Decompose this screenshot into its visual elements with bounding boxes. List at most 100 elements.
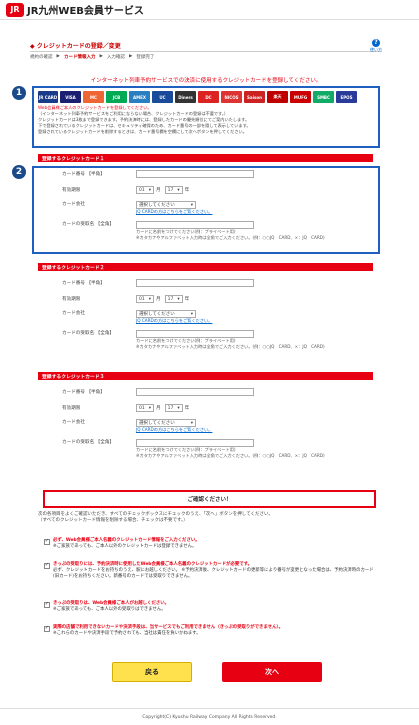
expiry-year-select[interactable]: 17 ▾ [164,404,183,412]
jq-card-link[interactable]: JQ CARDの方はこちらをご覧ください。 [136,318,212,324]
card-number-input[interactable] [136,388,254,396]
card-company-row: カード会社 選択してください ▾ JQ CARDの方はこちらをご覧ください。 [62,201,362,215]
month-suffix: 月 [156,297,161,302]
confirm-text: きっぷの受取りは、Web会員様ご本人がお越しください。 ※ご家族であっても、ご本人… [53,601,169,613]
confirm-checkbox[interactable]: ✓ [44,538,50,545]
card-holder-col: カードに名前をつけてください(例：プライベート用) ※カタカナやアルファベット入力… [136,221,325,240]
expiry-year-select[interactable]: 17 ▾ [164,186,183,194]
card-brand-logo: JCB [106,91,127,103]
card-company-label: カード会社 [62,311,85,316]
expiry-month-select[interactable]: 01 ▾ [136,295,154,303]
back-button[interactable]: 戻る [112,662,192,682]
card-number-input[interactable] [136,279,254,287]
confirm-red-text: 必ず、Web会員様ご本人名義のクレジットカード情報をご入力ください。 [53,538,200,543]
year-value: 17 [167,296,174,302]
month-suffix: 月 [156,406,161,411]
chevron-down-icon: ▾ [148,187,151,193]
company-select-value: 選択してください [139,203,175,208]
card-brand-logo: MC [83,91,104,103]
expiry-row: 有効期限 01 ▾ 月 17 ▾ 年 [62,186,362,194]
confirm-check-item: ✓ きっぷの受取りは、Web会員様ご本人がお越しください。 ※ご家族であっても、ご本… [44,601,374,613]
full-width-note: 【全角】 [95,331,115,336]
card-info-highlight: JR CARD VISA MC JCB AMEX UC Diners DC NICOS Saiso… [32,86,380,148]
next-button[interactable]: 次へ [222,662,322,682]
step-arrow: ▶ [56,54,60,59]
card-company-row: カード会社 選択してください ▾ JQ CARDの方はこちらをご覧ください。 [62,310,362,324]
chevron-down-icon: ▾ [190,420,193,426]
expiry-row: 有効期限 01 ▾ 月 17 ▾ 年 [62,295,362,303]
info-line: 登録されているクレジットカードを削除するときは、カード番号欄を空欄にして次へボタ… [38,129,247,134]
section-header-card-1: 登録するクレジットカード１ [38,154,373,162]
card-company-label: カード会社 [62,202,85,207]
info-lines: Web会員様ご本人のクレジットカードを登録してください。 （インターネット列車予約… [34,103,378,137]
expiry-year-select[interactable]: 17 ▾ [164,295,183,303]
card-brand-logo: AMEX [129,91,150,103]
month-value: 01 [139,405,145,411]
card-company-select[interactable]: 選択してください ▾ [136,201,196,209]
jr-logo[interactable]: JR [6,2,24,17]
card-holder-label: カードの受取名 【全角】 [62,330,136,336]
chevron-down-icon: ▾ [148,405,151,411]
card-company-select[interactable]: 選択してください ▾ [136,310,196,318]
card-company-select[interactable]: 選択してください ▾ [136,419,196,427]
site-title: JR九州WEB会員サービス [27,6,144,17]
card-holder-col: カードに名前をつけてください(例：プライベート用) ※カタカナやアルファベット入力… [136,439,325,458]
card-holder-col: カードに名前をつけてください(例：プライベート用) ※カタカナやアルファベット入力… [136,330,325,349]
jq-card-link[interactable]: JQ CARDの方はこちらをご覧ください。 [136,209,212,215]
confirm-body-text: ※ご家族であっても、ご本人以外のクレジットカードは登録できません。 [53,543,197,549]
confirm-checkbox[interactable]: ✓ [44,601,50,608]
step-3: 入力確認 [106,54,125,60]
step-arrow: ▶ [128,54,133,59]
card-brand-logo: Saison [244,91,265,103]
expiry-row: 有効期限 01 ▾ 月 17 ▾ 年 [62,404,362,412]
expiry-month-select[interactable]: 01 ▾ [136,404,154,412]
confirm-intro-2: （すべてのクレジットカード情報を削除する場合、チェックは不要です。） [38,518,188,523]
confirm-intro: 次の各項目をよくご確認いただき、すべてのチェックボックスにチェックのうえ、「次へ… [38,512,383,524]
confirm-text: 実際の店舗で利用できないカードや決済手段は、当サービスでもご利用できません（きっ… [53,625,283,637]
confirm-checkbox[interactable]: ✓ [44,562,50,569]
chevron-down-icon: ▾ [190,202,193,208]
card-holder-row: カードの受取名 【全角】 カードに名前をつけてください(例：プライベート用) ※カタ… [62,439,362,458]
confirm-box: ご確認ください！ [43,490,376,508]
card-holder-input[interactable] [136,221,254,229]
month-value: 01 [139,296,145,302]
step-indicator: 規約の確認 ▶ カード情報入力 ▶ 入力確認 ▶ 登録完了 [30,52,382,61]
holder-help-2: ※カタカナやアルファベット入力時は全角でご入力ください。(例：○○JQ CARD… [136,452,325,458]
card-brand-logos: JR CARD VISA MC JCB AMEX UC Diners DC NICOS Saiso… [34,88,378,103]
chevron-down-icon: ▾ [177,187,180,193]
card-number-label-text: カード番号 [62,390,85,395]
card-holder-label-text: カードの受取名 [62,222,95,227]
expiry-label: 有効期限 [62,188,81,193]
half-width-note: 【半角】 [86,172,105,177]
jq-card-link[interactable]: JQ CARDの方はこちらをご覧ください。 [136,427,212,433]
help-button[interactable]: ? 使い方 [370,38,382,53]
holder-help-2: ※カタカナやアルファベット入力時は全角でご入力ください。(例：○○JQ CARD… [136,343,325,349]
card-brand-logo: SMBC [313,91,334,103]
section-header-card-2: 登録するクレジットカード２ [38,263,373,271]
card-brand-logo: UC [152,91,173,103]
expiry-label: 有効期限 [62,406,81,411]
full-width-note: 【全角】 [95,440,115,445]
confirm-body-text: ※ご家族であっても、ご本人以外の受取りはできません。 [53,606,166,612]
card-number-input[interactable] [136,170,254,178]
card-holder-row: カードの受取名 【全角】 カードに名前をつけてください(例：プライベート用) ※カタ… [62,221,362,240]
card-holder-input[interactable] [136,330,254,338]
confirm-check-item: ✓ 必ず、Web会員様ご本人名義のクレジットカード情報をご入力ください。 ※ご家族で… [44,538,374,550]
chevron-down-icon: ▾ [190,311,193,317]
chevron-down-icon: ▾ [177,405,180,411]
step-1: 規約の確認 [30,54,53,60]
confirm-checkbox[interactable]: ✓ [44,625,50,632]
half-width-note: 【半角】 [86,390,105,395]
content-frame: ◆ クレジットカードの登録／変更 ? 使い方 規約の確認 ▶ カード情報入力 ▶… [30,38,382,61]
help-label: 使い方 [370,46,382,52]
confirm-text: きっぷの受取りには、予約決済時に使用したWeb会員様ご本人名義のクレジットカード… [53,562,374,579]
confirm-red-text: きっぷの受取りは、Web会員様ご本人がお越しください。 [53,601,170,606]
month-suffix: 月 [156,188,161,193]
card-brand-logo: MUFG [290,91,311,103]
card-company-col: 選択してください ▾ JQ CARDの方はこちらをご覧ください。 [136,201,212,215]
card-holder-input[interactable] [136,439,254,447]
section-header-card-3: 登録するクレジットカード３ [38,372,373,380]
expiry-month-select[interactable]: 01 ▾ [136,186,154,194]
year-suffix: 年 [184,297,190,302]
card-holder-label-text: カードの受取名 [62,331,95,336]
